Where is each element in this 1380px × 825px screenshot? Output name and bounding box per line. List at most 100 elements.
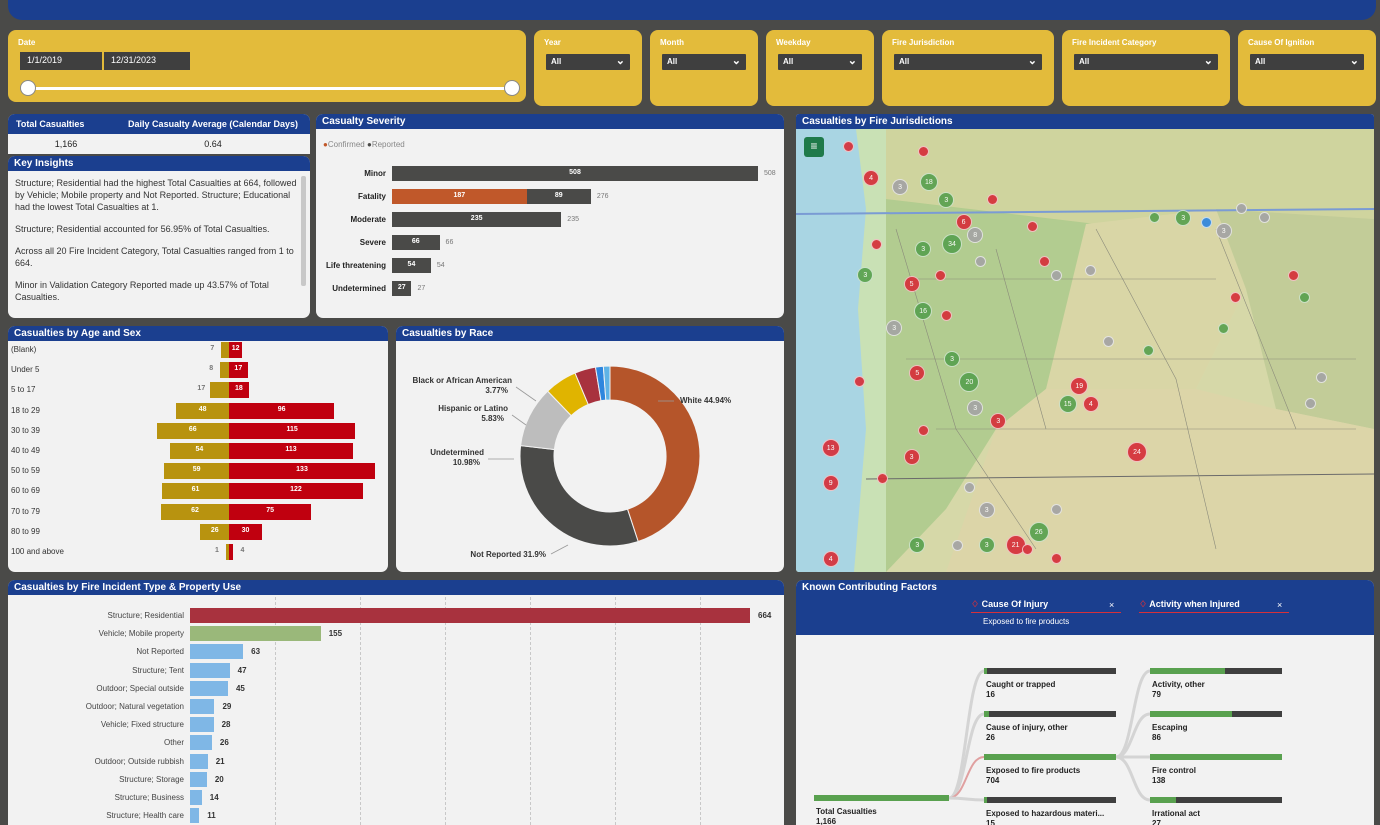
map-marker[interactable] (1218, 322, 1230, 334)
activity-bar[interactable] (1150, 711, 1282, 717)
map-marker[interactable]: 3 (944, 351, 961, 368)
filter-select[interactable]: All ⌄ (662, 54, 746, 70)
fire-incident-bar[interactable] (190, 735, 212, 751)
activity-bar[interactable] (1150, 797, 1282, 803)
map-marker[interactable] (1235, 203, 1247, 215)
fire-incident-bar[interactable] (190, 753, 208, 769)
map-marker[interactable]: 3 (978, 501, 995, 518)
start-date-input[interactable]: 1/1/2019 (20, 52, 102, 70)
map-marker[interactable] (1258, 212, 1270, 224)
map-marker[interactable]: 26 (1028, 522, 1049, 543)
fire-incident-bar[interactable] (190, 644, 244, 660)
age-bar-male[interactable] (229, 544, 234, 560)
date-slider-end-handle[interactable] (504, 80, 520, 96)
map-marker[interactable]: 18 (919, 173, 938, 192)
map-marker[interactable]: 3 (1175, 209, 1192, 226)
fire-incident-bar[interactable] (190, 790, 202, 805)
activity-bar[interactable] (1150, 668, 1282, 674)
map-marker[interactable]: 3 (990, 413, 1007, 430)
fire-incident-bar[interactable] (190, 771, 207, 787)
race-slice[interactable] (519, 445, 639, 547)
map-marker[interactable]: 8 (967, 227, 984, 244)
age-row[interactable]: 30 to 39 66 115 (8, 422, 388, 439)
map-marker[interactable]: 3 (967, 400, 984, 417)
fire-incident-row[interactable]: Not Reported 63 (8, 644, 784, 660)
filter-select[interactable]: All ⌄ (894, 54, 1042, 70)
map-marker[interactable]: 5 (903, 276, 920, 293)
fire-incident-row[interactable]: Structure; Residential 664 (8, 608, 784, 624)
map-marker[interactable] (1102, 336, 1114, 348)
map-marker[interactable] (1050, 504, 1062, 516)
fire-incident-bar[interactable] (190, 626, 321, 642)
activity-close-icon[interactable]: × (1277, 600, 1282, 610)
map-marker[interactable] (1148, 212, 1160, 224)
fire-incident-row[interactable]: Outdoor; Special outside 45 (8, 680, 784, 697)
map-marker[interactable] (1200, 216, 1212, 228)
cause-node[interactable]: Exposed to fire products 704 (986, 766, 1080, 786)
map-canvas[interactable]: 4 3 18 3 6 34 8 3 3 5 16 3 3 3 19 15 4 5 3 20 3 3 13 3 9 24 3 26 21 3… (796, 129, 1374, 572)
age-row[interactable]: Under 5 8 17 (8, 362, 388, 379)
map-marker[interactable]: 3 (892, 178, 909, 195)
map-marker[interactable]: 19 (1070, 376, 1089, 395)
map-marker[interactable] (935, 269, 946, 281)
insights-scrollbar[interactable] (301, 176, 306, 286)
map-marker[interactable] (1085, 265, 1097, 277)
total-casualties-bar[interactable] (814, 795, 949, 801)
severity-row[interactable]: Moderate 235 235 (316, 212, 784, 228)
map-marker[interactable] (877, 473, 889, 485)
fire-incident-row[interactable]: Outdoor; Natural vegetation 29 (8, 699, 784, 715)
severity-row[interactable]: Severe 66 66 (316, 235, 784, 251)
fire-incident-row[interactable]: Other 26 (8, 735, 784, 751)
kpi-header-total[interactable]: Total Casualties (16, 119, 116, 129)
activity-node[interactable]: Escaping 86 (1152, 723, 1188, 743)
fire-incident-row[interactable]: Structure; Health care 11 (8, 808, 784, 824)
map-marker[interactable]: 3 (886, 320, 903, 337)
map-marker[interactable] (1304, 398, 1316, 410)
map-marker[interactable] (1050, 269, 1062, 281)
map-marker[interactable] (952, 539, 964, 551)
activity-bar[interactable] (1150, 754, 1282, 760)
map-marker[interactable] (1299, 291, 1311, 303)
activity-header[interactable]: ♢ Activity when Injured (1139, 599, 1289, 613)
map-marker[interactable]: 3 (978, 537, 995, 554)
map-marker[interactable]: 34 (942, 234, 963, 255)
fire-incident-row[interactable]: Vehicle; Mobile property 155 (8, 626, 784, 642)
map-marker[interactable] (854, 376, 866, 387)
age-row[interactable]: 60 to 69 61 122 (8, 483, 388, 500)
severity-row[interactable]: Life threatening 54 54 (316, 258, 784, 274)
activity-node[interactable]: Activity, other 79 (1152, 680, 1205, 700)
age-row[interactable]: 18 to 29 48 96 (8, 402, 388, 419)
map-marker[interactable]: 3 (903, 448, 920, 465)
age-row[interactable]: 40 to 49 54 113 (8, 443, 388, 459)
fire-incident-bar[interactable] (190, 608, 750, 623)
map-marker[interactable]: 3 (909, 537, 926, 554)
activity-node[interactable]: Fire control 138 (1152, 766, 1196, 786)
map-marker[interactable] (1027, 220, 1039, 232)
fire-incident-bar[interactable] (190, 717, 214, 733)
map-marker[interactable] (987, 194, 999, 206)
map-marker[interactable]: 20 (959, 371, 980, 392)
filter-select[interactable]: All ⌄ (1074, 54, 1218, 70)
map-marker[interactable]: 4 (1082, 395, 1099, 412)
map-marker[interactable] (1229, 291, 1241, 303)
map-marker[interactable]: 5 (909, 364, 926, 381)
map-marker[interactable]: 4 (863, 169, 880, 186)
cause-node[interactable]: Exposed to hazardous materi... 15 (986, 809, 1104, 825)
map-marker[interactable] (1316, 371, 1328, 383)
map-marker[interactable] (871, 238, 883, 250)
cause-node[interactable]: Caught or trapped 16 (986, 680, 1055, 700)
severity-row[interactable]: Fatality 187 89 276 (316, 189, 784, 205)
fire-incident-row[interactable]: Vehicle; Fixed structure 28 (8, 717, 784, 733)
total-casualties-node[interactable]: Total Casualties 1,166 (816, 807, 877, 825)
age-bar-female[interactable] (210, 382, 229, 399)
map-marker[interactable] (963, 482, 975, 494)
date-slider-track[interactable] (30, 87, 514, 90)
age-bar-female[interactable] (220, 362, 229, 379)
map-marker[interactable]: 3 (857, 267, 874, 284)
fire-incident-bar[interactable] (190, 699, 215, 714)
kpi-header-daily[interactable]: Daily Casualty Average (Calendar Days) (116, 119, 310, 129)
cause-bar[interactable] (984, 754, 1116, 760)
age-row[interactable]: (Blank) 7 12 (8, 342, 388, 358)
age-row[interactable]: 50 to 59 59 133 (8, 463, 388, 480)
map-marker[interactable] (1021, 544, 1033, 556)
